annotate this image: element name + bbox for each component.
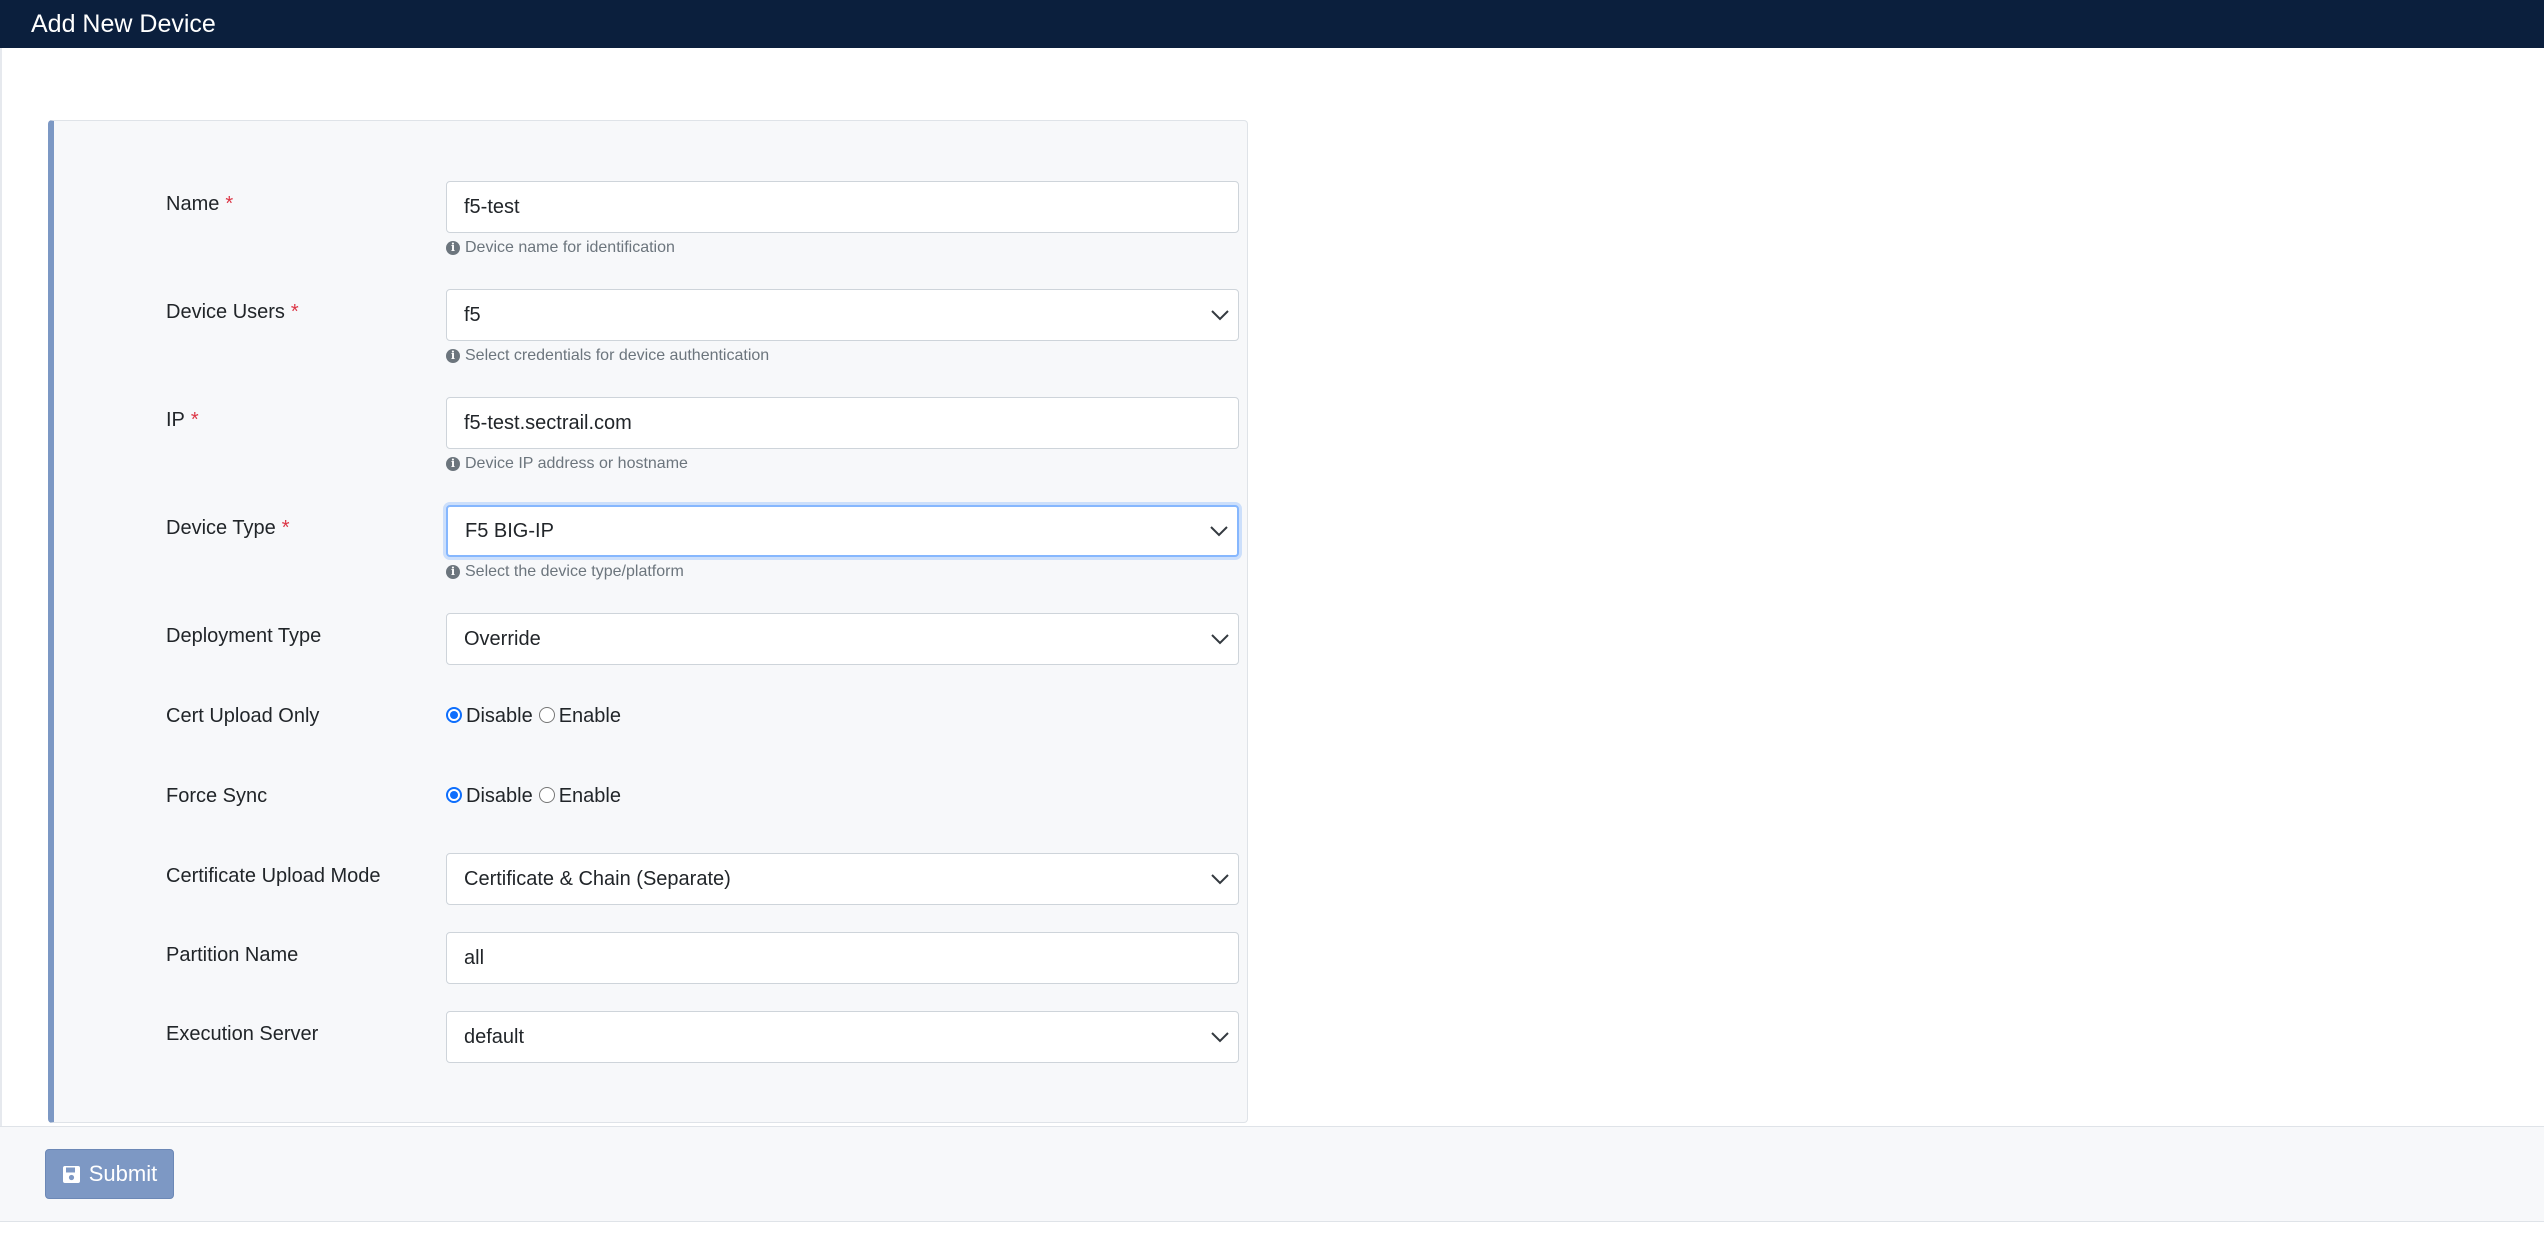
name-label-text: Name bbox=[166, 193, 220, 215]
info-icon: i bbox=[446, 241, 460, 255]
partition-name-input[interactable]: all bbox=[446, 932, 1239, 984]
force-sync-radio-group: Disable Enable bbox=[446, 785, 627, 808]
add-device-page: Add New Device Name * f5-test i Device na… bbox=[0, 0, 2544, 1234]
certificate-upload-mode-label: Certificate Upload Mode bbox=[166, 865, 381, 888]
radio-label-enable[interactable]: Enable bbox=[559, 785, 621, 808]
chevron-down-icon bbox=[1211, 634, 1229, 645]
ip-help-text: Device IP address or hostname bbox=[465, 455, 688, 472]
device-type-label-text: Device Type bbox=[166, 517, 276, 539]
chevron-down-icon bbox=[1211, 874, 1229, 885]
name-input[interactable]: f5-test bbox=[446, 181, 1239, 233]
cert-upload-only-radio-group: Disable Enable bbox=[446, 705, 627, 728]
device-type-label: Device Type * bbox=[166, 517, 289, 540]
radio-label-disable[interactable]: Disable bbox=[466, 785, 533, 808]
device-users-label: Device Users * bbox=[166, 301, 299, 324]
force-sync-disable-radio[interactable] bbox=[446, 786, 462, 803]
info-icon: i bbox=[446, 565, 460, 579]
deployment-type-label-text: Deployment Type bbox=[166, 625, 322, 647]
ip-input[interactable]: f5-test.sectrail.com bbox=[446, 397, 1239, 449]
certificate-upload-mode-select-value: Certificate & Chain (Separate) bbox=[464, 867, 731, 890]
deployment-type-select-value: Override bbox=[464, 627, 541, 650]
ip-label-text: IP bbox=[166, 409, 185, 431]
certificate-upload-mode-label-text: Certificate Upload Mode bbox=[166, 865, 381, 887]
device-type-help-text: Select the device type/platform bbox=[465, 563, 684, 580]
force-sync-enable-radio[interactable] bbox=[538, 786, 555, 803]
name-input-value: f5-test bbox=[464, 195, 520, 218]
ip-label: IP * bbox=[166, 409, 199, 432]
chevron-down-icon bbox=[1210, 526, 1228, 537]
device-type-help: i Select the device type/platform bbox=[446, 563, 684, 581]
deployment-type-label: Deployment Type bbox=[166, 625, 321, 648]
chevron-down-icon bbox=[1211, 310, 1229, 321]
force-sync-label-text: Force Sync bbox=[166, 785, 268, 807]
info-icon: i bbox=[446, 349, 460, 363]
device-users-select[interactable]: f5 bbox=[446, 289, 1239, 341]
partition-name-input-value: all bbox=[464, 946, 485, 969]
submit-button-label: Submit bbox=[88, 1161, 158, 1186]
execution-server-select-value: default bbox=[464, 1025, 525, 1048]
cert-upload-only-label-text: Cert Upload Only bbox=[166, 705, 320, 727]
submit-button[interactable]: Submit bbox=[45, 1149, 174, 1199]
required-mark: * bbox=[281, 517, 290, 539]
cert-upload-only-disable-radio[interactable] bbox=[446, 706, 462, 723]
execution-server-select[interactable]: default bbox=[446, 1011, 1239, 1063]
form-footer: Submit bbox=[0, 1126, 2544, 1222]
device-users-help-text: Select credentials for device authentica… bbox=[465, 347, 770, 364]
device-users-label-text: Device Users bbox=[166, 301, 285, 323]
name-label: Name * bbox=[166, 193, 233, 216]
info-icon: i bbox=[446, 457, 460, 471]
device-type-select-value: F5 BIG-IP bbox=[465, 519, 554, 542]
content-area: Name * f5-test i Device name for identifi… bbox=[0, 48, 2544, 1222]
name-help-text: Device name for identification bbox=[465, 239, 675, 256]
deployment-type-select[interactable]: Override bbox=[446, 613, 1239, 665]
required-mark: * bbox=[225, 193, 234, 215]
execution-server-label-text: Execution Server bbox=[166, 1023, 319, 1045]
name-help: i Device name for identification bbox=[446, 239, 675, 257]
required-mark: * bbox=[190, 409, 199, 431]
floppy-disk-icon bbox=[62, 1165, 80, 1183]
ip-input-value: f5-test.sectrail.com bbox=[464, 411, 632, 434]
device-form-card: Name * f5-test i Device name for identifi… bbox=[48, 120, 1248, 1123]
radio-label-enable[interactable]: Enable bbox=[559, 705, 621, 728]
cert-upload-only-label: Cert Upload Only bbox=[166, 705, 319, 728]
device-type-select[interactable]: F5 BIG-IP bbox=[446, 505, 1239, 557]
ip-help: i Device IP address or hostname bbox=[446, 455, 688, 473]
force-sync-label: Force Sync bbox=[166, 785, 267, 808]
partition-name-label-text: Partition Name bbox=[166, 944, 299, 966]
required-mark: * bbox=[290, 301, 299, 323]
device-users-help: i Select credentials for device authenti… bbox=[446, 347, 769, 365]
cert-upload-only-enable-radio[interactable] bbox=[538, 706, 555, 723]
execution-server-label: Execution Server bbox=[166, 1023, 318, 1046]
certificate-upload-mode-select[interactable]: Certificate & Chain (Separate) bbox=[446, 853, 1239, 905]
page-title: Add New Device bbox=[31, 9, 216, 38]
chevron-down-icon bbox=[1211, 1032, 1229, 1043]
device-users-select-value: f5 bbox=[464, 303, 481, 326]
partition-name-label: Partition Name bbox=[166, 944, 298, 967]
page-header: Add New Device bbox=[0, 0, 2544, 48]
radio-label-disable[interactable]: Disable bbox=[466, 705, 533, 728]
